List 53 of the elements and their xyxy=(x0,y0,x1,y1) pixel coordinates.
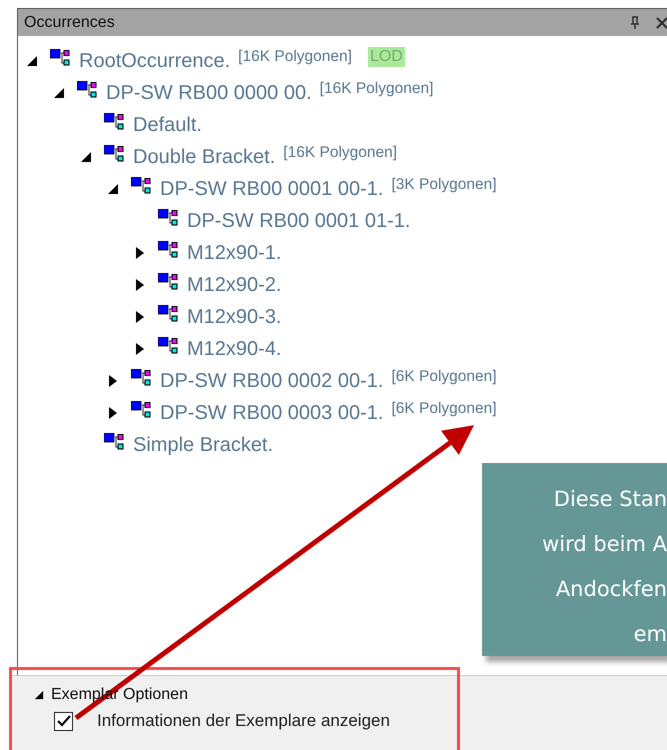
tree-item[interactable]: DP-SW RB00 0003 00-1. xyxy=(160,402,384,424)
tree-item[interactable]: DP-SW RB00 0001 00-1. xyxy=(160,178,384,200)
polygon-count: [6K Polygonen] xyxy=(391,368,497,386)
expand-triangle-icon[interactable] xyxy=(134,310,146,324)
collapse-triangle-icon[interactable] xyxy=(34,689,44,701)
assembly-icon xyxy=(104,145,126,163)
tree-item[interactable]: DP-SW RB00 0002 00-1. xyxy=(160,370,384,392)
window-title: Occurrences xyxy=(24,14,115,32)
assembly-icon xyxy=(158,305,180,323)
callout-text: em xyxy=(634,621,667,648)
assembly-icon xyxy=(104,433,126,451)
expand-triangle-icon[interactable] xyxy=(107,406,119,420)
polygon-count: [3K Polygonen] xyxy=(391,176,497,194)
expand-triangle-icon[interactable] xyxy=(134,246,146,260)
expand-triangle-icon[interactable] xyxy=(107,374,119,388)
callout-text: Andockfen xyxy=(556,576,667,603)
assembly-icon xyxy=(158,209,180,227)
polygon-count: [16K Polygonen] xyxy=(283,144,398,162)
tree-item[interactable]: M12x90-3. xyxy=(187,306,282,328)
tree-item[interactable]: DP-SW RB00 0001 01-1. xyxy=(187,210,410,232)
assembly-icon xyxy=(158,241,180,259)
expand-triangle-icon[interactable] xyxy=(134,278,146,292)
polygon-count: [16K Polygonen] xyxy=(320,80,434,98)
assembly-icon xyxy=(104,113,126,131)
close-icon[interactable] xyxy=(656,16,667,28)
callout-text: wird beim A xyxy=(542,531,667,558)
collapse-triangle-icon[interactable] xyxy=(26,54,38,68)
pin-icon[interactable] xyxy=(630,16,640,30)
tree-item[interactable]: Simple Bracket. xyxy=(133,434,274,456)
collapse-triangle-icon[interactable] xyxy=(80,150,92,164)
assembly-icon xyxy=(131,401,153,419)
assembly-icon xyxy=(77,81,99,99)
expand-triangle-icon[interactable] xyxy=(134,342,146,356)
tree-item[interactable]: DP-SW RB00 0000 00. xyxy=(106,82,312,104)
lod-badge: LOD xyxy=(368,47,405,67)
assembly-icon xyxy=(50,49,72,67)
collapse-triangle-icon[interactable] xyxy=(107,182,119,196)
tree-item[interactable]: M12x90-2. xyxy=(187,274,282,296)
checkbox-label: Informationen der Exemplare anzeigen xyxy=(97,711,390,731)
tree-item[interactable]: M12x90-1. xyxy=(187,242,282,264)
polygon-count: [6K Polygonen] xyxy=(391,400,497,418)
checkbox[interactable] xyxy=(54,712,73,730)
tree-item[interactable]: Default. xyxy=(133,114,202,136)
assembly-icon xyxy=(131,177,153,195)
polygon-count: [16K Polygonen] xyxy=(238,48,352,66)
assembly-icon xyxy=(158,273,180,291)
tree-item[interactable]: M12x90-4. xyxy=(187,338,282,360)
tree-item[interactable]: Double Bracket. xyxy=(133,146,276,168)
assembly-icon xyxy=(158,337,180,355)
callout-text: Diese Stan xyxy=(554,486,667,513)
collapse-triangle-icon[interactable] xyxy=(53,86,65,100)
tree-item[interactable]: RootOccurrence. xyxy=(79,50,230,72)
assembly-icon xyxy=(131,369,153,387)
